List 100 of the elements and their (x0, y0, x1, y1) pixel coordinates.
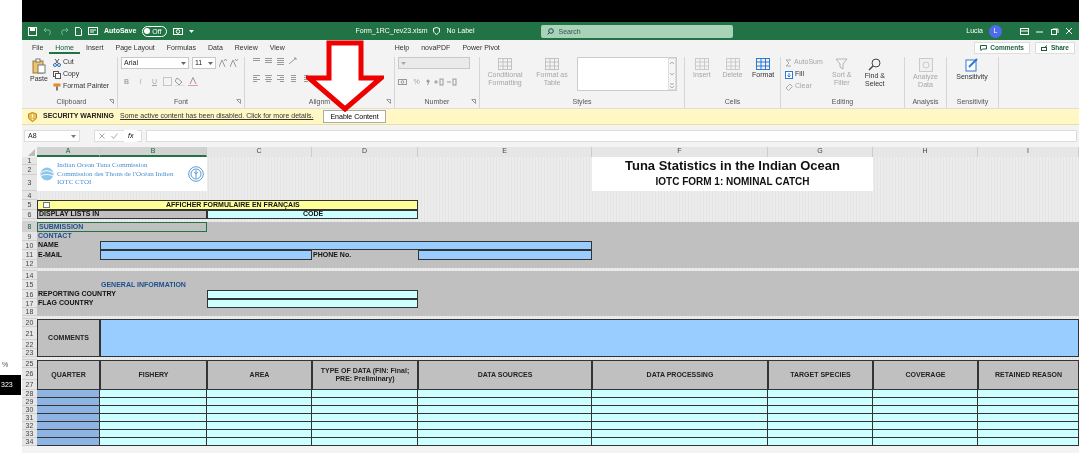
font-color-icon[interactable] (188, 77, 198, 86)
table-cell[interactable] (978, 406, 1079, 414)
table-cell[interactable] (592, 398, 768, 406)
table-cell[interactable] (312, 430, 418, 438)
input-field[interactable] (207, 299, 418, 308)
caret-icon (71, 134, 76, 138)
align-bottom-icon[interactable] (276, 57, 285, 65)
align-middle-icon[interactable] (264, 57, 273, 65)
table-cell[interactable] (768, 438, 873, 446)
table-cell[interactable] (418, 438, 592, 446)
table-cell[interactable] (37, 414, 100, 422)
decrease-indent-icon[interactable] (288, 74, 297, 82)
table-cell[interactable] (207, 406, 312, 414)
form-icon[interactable] (88, 27, 98, 35)
dialog-launcher-icon[interactable] (109, 99, 114, 104)
table-cell[interactable] (873, 406, 978, 414)
check-icon[interactable] (111, 133, 118, 139)
comments-field[interactable] (100, 319, 1079, 357)
table-cell[interactable] (312, 406, 418, 414)
table-cell[interactable] (418, 398, 592, 406)
table-cell[interactable] (978, 390, 1079, 398)
table-cell[interactable] (978, 414, 1079, 422)
table-cell[interactable] (873, 438, 978, 446)
table-cell[interactable] (418, 406, 592, 414)
table-cell[interactable] (418, 430, 592, 438)
table-cell[interactable] (100, 438, 207, 446)
table-cell[interactable] (100, 414, 207, 422)
table-cell[interactable] (207, 430, 312, 438)
align-left-icon[interactable] (252, 74, 261, 82)
table-cell[interactable] (873, 414, 978, 422)
table-cell[interactable] (768, 398, 873, 406)
table-cell[interactable] (418, 422, 592, 430)
table-cell[interactable] (37, 398, 100, 406)
table-cell[interactable] (768, 430, 873, 438)
table-cell[interactable] (873, 398, 978, 406)
table-cell[interactable] (100, 422, 207, 430)
table-cell[interactable] (592, 390, 768, 398)
camera-icon[interactable] (172, 27, 183, 35)
table-cell[interactable] (978, 422, 1079, 430)
table-cell[interactable] (978, 438, 1079, 446)
table-cell[interactable] (37, 422, 100, 430)
table-cell[interactable] (592, 406, 768, 414)
undo-icon[interactable] (43, 27, 53, 35)
table-cell[interactable] (312, 414, 418, 422)
table-cell[interactable] (100, 430, 207, 438)
fill-down-icon (785, 70, 793, 79)
ribbon-display-icon[interactable] (1020, 27, 1029, 35)
table-cell[interactable] (592, 422, 768, 430)
table-cell[interactable] (873, 390, 978, 398)
table-cell[interactable] (592, 430, 768, 438)
restore-icon[interactable] (1050, 27, 1059, 35)
table-cell[interactable] (592, 438, 768, 446)
table-cell[interactable] (37, 438, 100, 446)
formula-field[interactable] (146, 130, 1077, 142)
fill-bucket-icon[interactable] (175, 77, 185, 86)
dialog-launcher-icon[interactable] (236, 99, 241, 104)
table-cell[interactable] (207, 414, 312, 422)
input-field[interactable] (100, 250, 312, 260)
comma-style-icon[interactable] (425, 77, 431, 86)
table-cell[interactable] (978, 398, 1079, 406)
table-cell[interactable] (418, 414, 592, 422)
table-cell[interactable] (37, 430, 100, 438)
table-cell[interactable] (312, 398, 418, 406)
input-field[interactable] (418, 250, 592, 260)
input-field[interactable] (100, 241, 592, 250)
table-cell[interactable] (207, 390, 312, 398)
checkbox[interactable] (43, 202, 50, 208)
table-cell[interactable] (873, 430, 978, 438)
table-cell[interactable] (312, 422, 418, 430)
new-document-icon[interactable] (75, 26, 82, 36)
close-icon[interactable] (1065, 27, 1073, 35)
save-icon[interactable] (28, 26, 37, 36)
number-format-field[interactable] (398, 57, 470, 69)
table-cell[interactable] (37, 390, 100, 398)
redo-icon[interactable] (59, 27, 69, 35)
table-cell[interactable] (100, 406, 207, 414)
table-cell[interactable] (100, 398, 207, 406)
analyze-data-icon (918, 58, 933, 72)
table-cell[interactable] (207, 422, 312, 430)
table-cell[interactable] (592, 414, 768, 422)
table-cell[interactable] (768, 406, 873, 414)
share-icon (1040, 44, 1048, 51)
table-cell[interactable] (312, 390, 418, 398)
table-cell[interactable] (207, 438, 312, 446)
align-right-icon[interactable] (276, 74, 285, 82)
table-cell[interactable] (873, 422, 978, 430)
table-cell[interactable] (768, 422, 873, 430)
table-cell[interactable] (37, 406, 100, 414)
table-cell[interactable] (418, 390, 592, 398)
table-cell[interactable] (978, 430, 1079, 438)
table-cell[interactable] (207, 398, 312, 406)
align-center-icon[interactable] (264, 74, 273, 82)
input-field[interactable] (207, 290, 418, 299)
table-cell[interactable] (768, 390, 873, 398)
table-cell[interactable] (768, 414, 873, 422)
dialog-launcher-icon[interactable] (386, 99, 391, 104)
table-cell[interactable] (312, 438, 418, 446)
currency-icon[interactable] (398, 77, 408, 86)
table-cell[interactable] (100, 390, 207, 398)
dialog-launcher-icon[interactable] (471, 99, 476, 104)
